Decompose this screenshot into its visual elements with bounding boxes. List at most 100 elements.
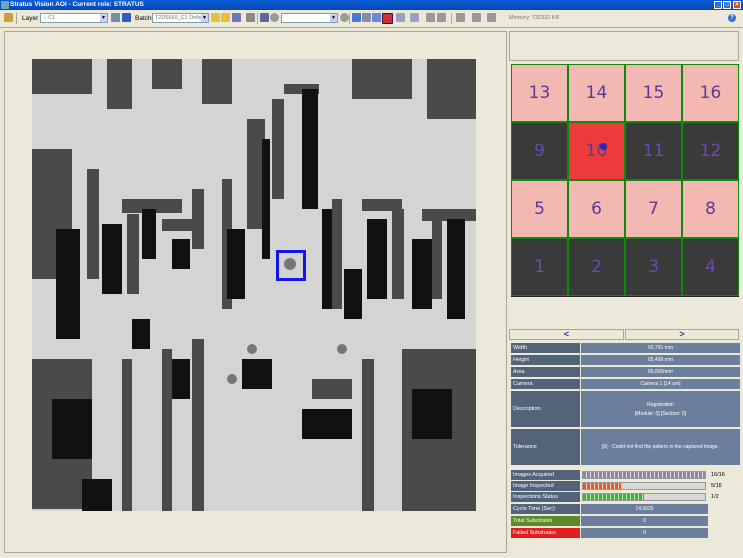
progress-fill <box>583 483 622 489</box>
property-row-height: Height 05,499 mm <box>511 355 740 366</box>
grid-icon[interactable] <box>456 13 465 22</box>
progress-bar <box>582 482 706 490</box>
stat-value: 0 <box>581 516 708 526</box>
stat-count: 5/16 <box>709 481 740 491</box>
property-row-camera: Camera Camera 1 [14 um] <box>511 379 740 390</box>
status-bar <box>0 554 743 558</box>
substrate-tile[interactable]: 11 <box>625 122 682 180</box>
next-button[interactable]: > <box>625 329 739 340</box>
substrate-tile-number: 11 <box>642 141 665 161</box>
substrate-tile[interactable]: 3 <box>625 238 682 296</box>
property-value: 05,499 mm <box>581 355 740 366</box>
minimize-icon[interactable]: _ <box>714 1 722 9</box>
property-label: Description <box>511 391 580 428</box>
maximize-icon[interactable]: □ <box>723 1 731 9</box>
substrate-tile[interactable]: 13 <box>511 64 568 122</box>
roi-selection-box[interactable] <box>276 250 306 281</box>
property-label: Tolerance <box>511 429 580 466</box>
toolbar-separator <box>16 13 17 24</box>
stat-label: Images Acquired <box>511 470 580 480</box>
progress-bar <box>582 493 706 501</box>
window-title: Stratus Vision AOI - Current role: STRAT… <box>10 1 144 8</box>
inspect-icon[interactable] <box>382 13 393 24</box>
target-icon[interactable] <box>270 13 279 22</box>
property-value-block: Registration [Module: 0] [Section: 0] <box>581 391 740 428</box>
substrate-tile[interactable]: 14 <box>568 64 625 122</box>
pcb-image-view[interactable] <box>32 59 476 511</box>
folder-icon[interactable] <box>211 13 220 22</box>
fit-icon[interactable] <box>426 13 435 22</box>
lock-icon[interactable] <box>111 13 120 22</box>
stat-images-acquired: Images Acquired 16/16 <box>511 470 740 481</box>
tool-icon[interactable] <box>4 13 13 22</box>
chevron-down-icon: ▼ <box>330 14 337 22</box>
progress-bar <box>582 471 706 479</box>
layer-select[interactable]: -- C1 ▼ <box>40 13 108 23</box>
substrate-tile[interactable]: 1 <box>511 238 568 296</box>
substrate-tile[interactable]: 4 <box>682 238 739 296</box>
stat-label: Cycle Time (Sec) <box>511 504 580 514</box>
layer-label: Layer <box>22 15 39 22</box>
batch-select[interactable]: T2D6669_C1 Default ▼ <box>152 13 209 23</box>
next-arrow-icon: > <box>679 329 685 339</box>
batch-select-value: T2D6669_C1 Default <box>155 15 207 21</box>
substrate-tile[interactable]: 7 <box>625 180 682 238</box>
property-value: 00,000mm² <box>581 367 740 378</box>
property-row-tolerance: Tolerance [0] - Could not find the patte… <box>511 429 740 466</box>
title-bar: Stratus Vision AOI - Current role: STRAT… <box>0 0 743 10</box>
substrate-tile-number: 15 <box>642 83 665 103</box>
substrate-tile[interactable]: 5 <box>511 180 568 238</box>
view-select[interactable]: ▼ <box>281 13 338 23</box>
layers-icon[interactable] <box>362 13 371 22</box>
help-icon[interactable]: ? <box>728 14 736 22</box>
selected-marker-icon <box>600 143 607 150</box>
substrate-tile-number: 7 <box>648 199 659 219</box>
property-label: Area <box>511 367 580 378</box>
stat-value: 14,5625 <box>581 504 708 514</box>
zoom-out-icon[interactable] <box>410 13 419 22</box>
substrate-tile[interactable]: 12 <box>682 122 739 180</box>
substrate-tile[interactable]: 2 <box>568 238 625 296</box>
stat-value: 0 <box>581 528 708 538</box>
close-icon[interactable]: × <box>733 1 741 9</box>
window-icon[interactable] <box>352 13 361 22</box>
thumbnail-header <box>509 31 739 61</box>
copy-icon[interactable] <box>472 13 481 22</box>
substrate-tile-number: 13 <box>528 83 551 103</box>
print-icon[interactable] <box>246 13 255 22</box>
substrate-tile[interactable]: 10 <box>568 122 625 180</box>
refresh-icon[interactable] <box>340 13 349 22</box>
property-label: Height <box>511 355 580 366</box>
stat-label: Failed Substrates <box>511 528 580 538</box>
substrate-tile-number: 16 <box>699 83 722 103</box>
batch-label: Batch <box>135 15 152 22</box>
property-row-width: Width 03,791 mm <box>511 343 740 354</box>
substrate-tile[interactable]: 6 <box>568 180 625 238</box>
substrate-tile[interactable]: 9 <box>511 122 568 180</box>
prev-button[interactable]: < <box>509 329 624 340</box>
substrate-tile[interactable]: 8 <box>682 180 739 238</box>
stat-count: 1/2 <box>709 492 740 502</box>
export-icon[interactable] <box>487 13 496 22</box>
stat-label: Image Inspected <box>511 481 580 491</box>
stat-image-inspected: Image Inspected 5/16 <box>511 481 740 492</box>
toolbar-separator <box>257 13 258 24</box>
toolbar-separator <box>349 13 350 24</box>
stat-label: Inspections Status <box>511 492 580 502</box>
link-icon[interactable] <box>372 13 381 22</box>
substrate-tile[interactable]: 15 <box>625 64 682 122</box>
settings-icon[interactable] <box>232 13 241 22</box>
zoom-icon[interactable] <box>260 13 269 22</box>
substrate-tile-number: 6 <box>591 199 602 219</box>
substrate-tile-number: 4 <box>705 257 716 277</box>
zoom-in-icon[interactable] <box>396 13 405 22</box>
open-folder-icon[interactable] <box>221 13 230 22</box>
prev-arrow-icon: < <box>563 329 570 339</box>
next-icon[interactable] <box>122 13 131 22</box>
pcb-image <box>32 59 476 511</box>
property-value: 03,791 mm <box>581 343 740 354</box>
stat-label: Total Substrates <box>511 516 580 526</box>
ruler-icon[interactable] <box>437 13 446 22</box>
substrate-tile[interactable]: 16 <box>682 64 739 122</box>
progress-fill <box>583 472 705 478</box>
